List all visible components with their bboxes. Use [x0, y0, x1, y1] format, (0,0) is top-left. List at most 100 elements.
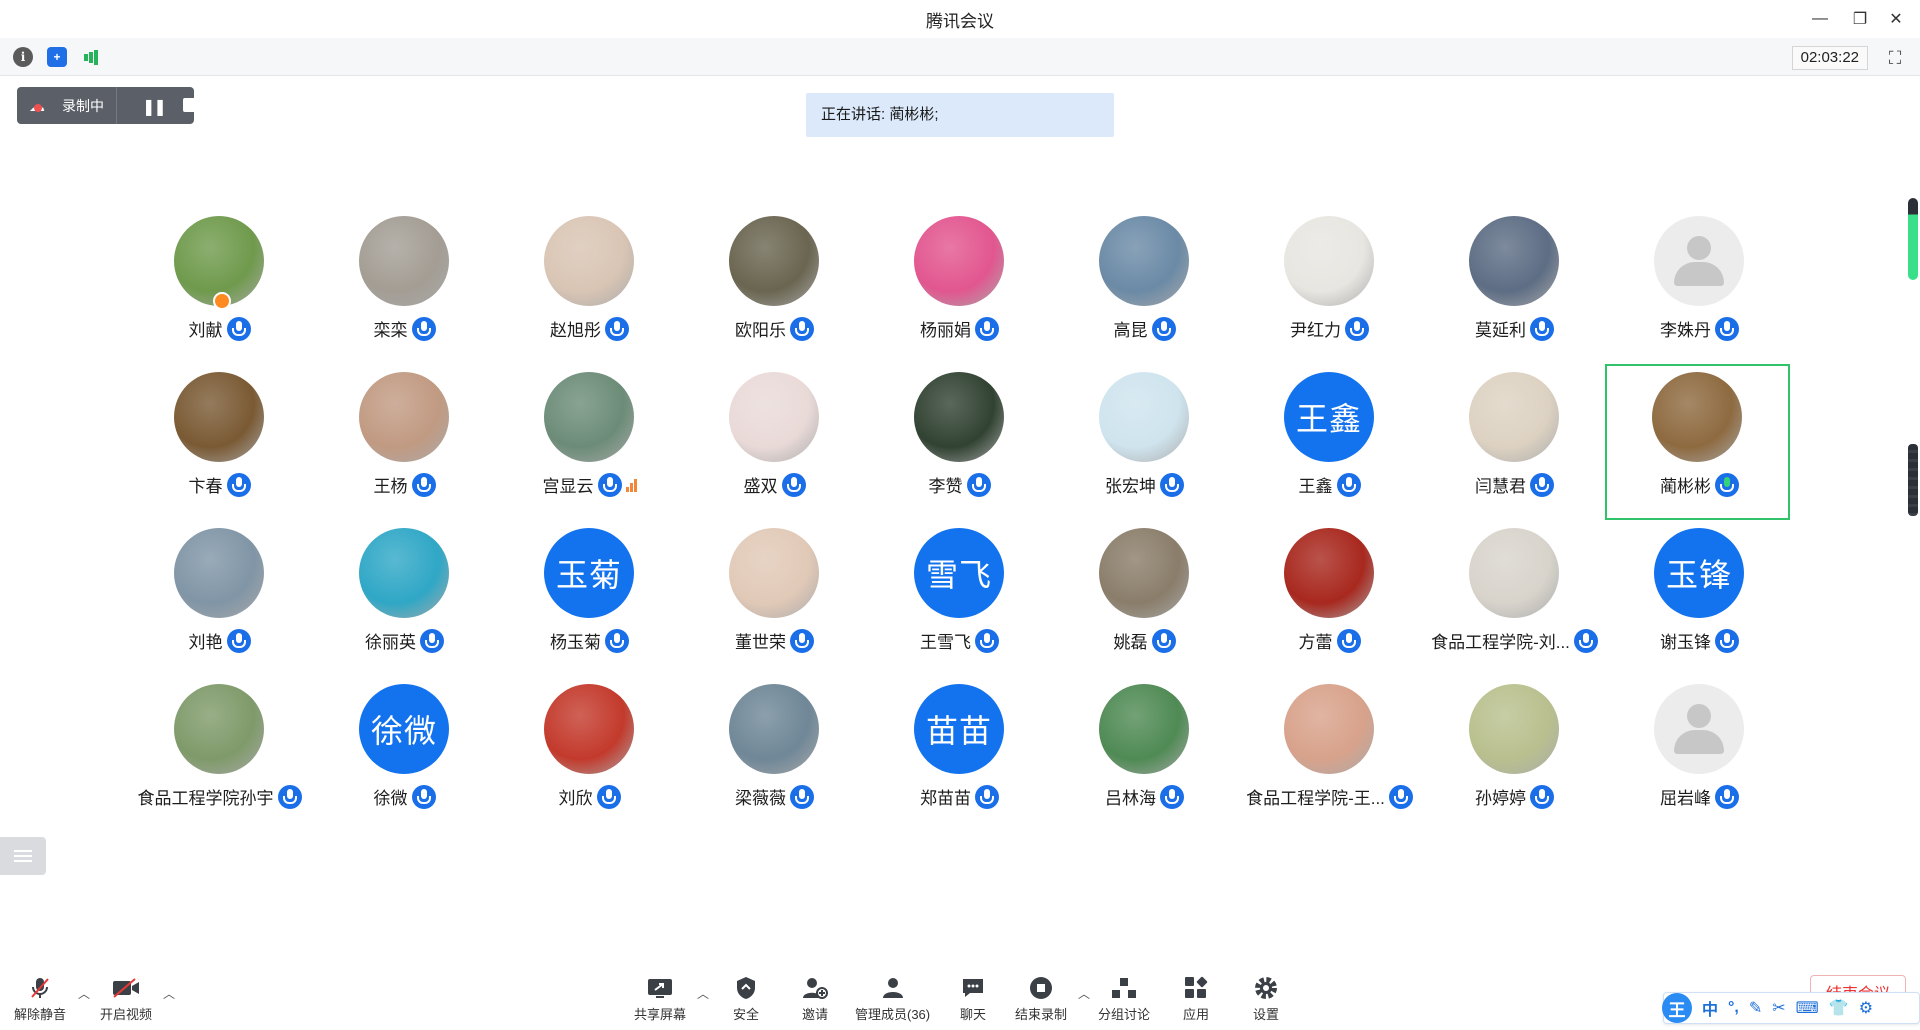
- audio-options-caret[interactable]: ︿: [78, 985, 90, 1002]
- participant-tile[interactable]: 闫慧君: [1422, 372, 1607, 527]
- settings-button[interactable]: 设置: [1251, 974, 1281, 1023]
- participant-tile[interactable]: 蔺彬彬: [1605, 364, 1790, 520]
- unmute-button[interactable]: 解除静音: [14, 974, 66, 1023]
- participant-tile[interactable]: 刘献: [127, 216, 312, 371]
- apps-button[interactable]: 应用: [1181, 974, 1211, 1023]
- breakout-rooms-button[interactable]: 分组讨论: [1098, 974, 1150, 1023]
- participant-name-row: 姚磊: [1052, 628, 1237, 653]
- participant-tile[interactable]: 杨丽娟: [867, 216, 1052, 371]
- start-video-button[interactable]: 开启视频: [100, 974, 152, 1023]
- scissors-icon[interactable]: ✂: [1772, 998, 1785, 1018]
- participant-tile[interactable]: 食品工程学院-王...: [1237, 684, 1422, 839]
- participant-tile[interactable]: 李姝丹: [1607, 216, 1792, 371]
- participant-tile[interactable]: 董世荣: [682, 528, 867, 683]
- participant-tile[interactable]: 张宏坤: [1052, 372, 1237, 527]
- avatar: [1469, 528, 1559, 618]
- invite-button[interactable]: 邀请: [800, 974, 830, 1023]
- maximize-button[interactable]: ❐: [1840, 0, 1880, 38]
- stop-record-button[interactable]: [183, 98, 197, 112]
- chat-button[interactable]: 聊天: [958, 974, 988, 1023]
- mic-icon: [1715, 628, 1739, 653]
- participant-tile[interactable]: 徐微 徐微: [312, 684, 497, 839]
- info-icon[interactable]: i: [13, 47, 33, 67]
- participant-name: 屈岩峰: [1660, 789, 1711, 808]
- unmute-label: 解除静音: [14, 1007, 67, 1022]
- participant-tile[interactable]: 苗苗 郑苗苗: [867, 684, 1052, 839]
- pause-record-button[interactable]: ❚❚: [142, 97, 167, 117]
- ime-settings-icon[interactable]: ⚙: [1859, 998, 1873, 1018]
- participant-name: 食品工程学院孙宇: [137, 789, 274, 808]
- participant-tile[interactable]: 食品工程学院孙宇: [127, 684, 312, 839]
- handwriting-icon[interactable]: ✎: [1749, 998, 1762, 1018]
- participant-name-row: 栾栾: [312, 316, 497, 341]
- avatar: [359, 372, 449, 462]
- participant-tile[interactable]: 刘欣: [497, 684, 682, 839]
- participant-name: 莫延利: [1475, 321, 1526, 340]
- participant-tile[interactable]: 尹红力: [1237, 216, 1422, 371]
- mic-icon: [975, 784, 999, 809]
- participant-name: 杨玉菊: [550, 633, 601, 652]
- participant-name-row: 李姝丹: [1607, 316, 1792, 341]
- security-label: 安全: [732, 1007, 759, 1022]
- participant-tile[interactable]: 姚磊: [1052, 528, 1237, 683]
- participant-tile[interactable]: 梁薇薇: [682, 684, 867, 839]
- participant-tile[interactable]: 屈岩峰: [1607, 684, 1792, 839]
- mic-icon: [966, 472, 991, 497]
- participant-tile[interactable]: 刘艳: [127, 528, 312, 683]
- participant-tile[interactable]: 王杨: [312, 372, 497, 527]
- mic-icon: [411, 784, 436, 809]
- participant-tile[interactable]: 宫显云: [497, 372, 682, 527]
- manage-members-button[interactable]: 管理成员(36): [855, 974, 930, 1023]
- participant-tile[interactable]: 高昆: [1052, 216, 1237, 371]
- minimize-button[interactable]: —: [1800, 0, 1840, 38]
- participant-name-row: 董世荣: [682, 628, 867, 653]
- bottom-toolbar: 解除静音 ︿ 开启视频 ︿ 共享屏幕 ︿ 安全 邀请 管理成员(36) 聊天 结…: [0, 960, 1920, 1030]
- keyboard-icon[interactable]: ⌨: [1796, 998, 1819, 1018]
- participant-tile[interactable]: 莫延利: [1422, 216, 1607, 371]
- ime-logo[interactable]: 王: [1662, 993, 1692, 1023]
- security-button[interactable]: 安全: [731, 974, 761, 1023]
- network-signal-icon[interactable]: [81, 47, 101, 67]
- recording-indicator: ☁ 录制中 ❚❚: [17, 87, 197, 124]
- punctuation-icon[interactable]: °,: [1728, 999, 1739, 1017]
- ime-mode-toggle[interactable]: 中: [1702, 996, 1718, 1020]
- end-recording-button[interactable]: 结束录制: [1015, 974, 1067, 1023]
- participant-name-row: 高昆: [1052, 316, 1237, 341]
- participant-name: 栾栾: [373, 321, 408, 340]
- close-button[interactable]: ✕: [1876, 0, 1916, 38]
- participant-tile[interactable]: 栾栾: [312, 216, 497, 371]
- share-screen-button[interactable]: 共享屏幕: [634, 974, 686, 1023]
- volume-indicator: [1908, 198, 1918, 280]
- shield-icon[interactable]: +: [47, 47, 67, 67]
- record-options-caret[interactable]: ︿: [1078, 985, 1090, 1002]
- participant-tile[interactable]: 吕林海: [1052, 684, 1237, 839]
- share-options-caret[interactable]: ︿: [697, 985, 709, 1002]
- participant-tile[interactable]: 方蕾: [1237, 528, 1422, 683]
- participant-tile[interactable]: 盛双: [682, 372, 867, 527]
- side-handle[interactable]: [1908, 444, 1918, 516]
- participant-tile[interactable]: 食品工程学院-刘...: [1422, 528, 1607, 683]
- avatar-initials: 苗苗: [914, 684, 1004, 774]
- mic-icon: [1151, 628, 1176, 653]
- mic-icon: [975, 316, 999, 341]
- participant-tile[interactable]: 雪飞 王雪飞: [867, 528, 1052, 683]
- participant-name: 高昆: [1113, 321, 1148, 340]
- participant-tile[interactable]: 王鑫 王鑫: [1237, 372, 1422, 527]
- share-screen-icon: [645, 974, 675, 1002]
- video-options-caret[interactable]: ︿: [163, 985, 175, 1002]
- fullscreen-icon[interactable]: ⛶: [1884, 47, 1906, 69]
- avatar: [729, 684, 819, 774]
- participant-tile[interactable]: 孙婷婷: [1422, 684, 1607, 839]
- participant-name-row: 闫慧君: [1422, 472, 1607, 497]
- add-user-icon: [800, 974, 830, 1002]
- member-list-toggle[interactable]: [0, 837, 46, 875]
- participant-tile[interactable]: 玉菊 杨玉菊: [497, 528, 682, 683]
- participant-tile[interactable]: 卞春: [127, 372, 312, 527]
- participant-tile[interactable]: 玉锋 谢玉锋: [1607, 528, 1792, 683]
- participant-tile[interactable]: 赵旭彤: [497, 216, 682, 371]
- skin-icon[interactable]: 👕: [1829, 998, 1849, 1018]
- participant-tile[interactable]: 李赞: [867, 372, 1052, 527]
- avatar: [1652, 372, 1742, 462]
- participant-tile[interactable]: 欧阳乐: [682, 216, 867, 371]
- participant-tile[interactable]: 徐丽英: [312, 528, 497, 683]
